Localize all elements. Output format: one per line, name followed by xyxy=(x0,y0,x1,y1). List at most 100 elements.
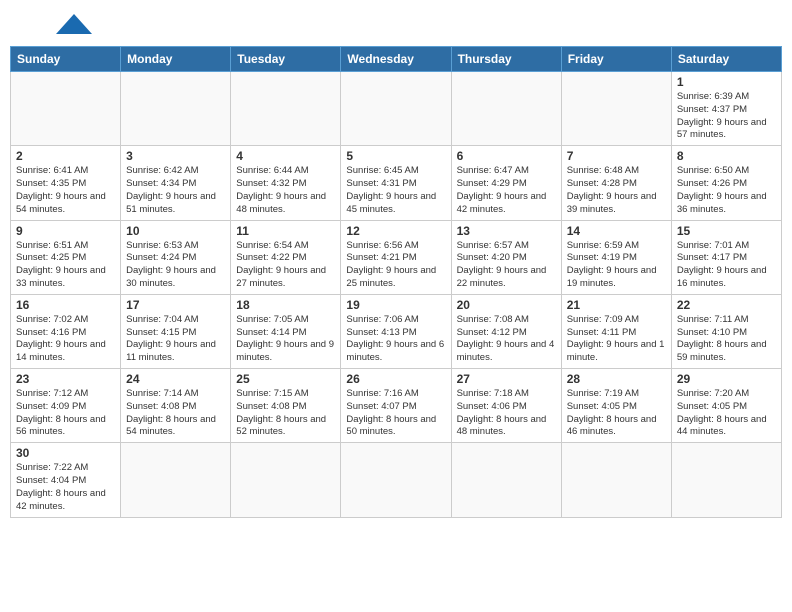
day-info: Sunrise: 7:12 AM Sunset: 4:09 PM Dayligh… xyxy=(16,388,115,439)
calendar-day-cell: 27 Sunrise: 7:18 AM Sunset: 4:06 PM Dayli… xyxy=(451,369,561,443)
day-number: 21 xyxy=(567,298,666,312)
day-number: 18 xyxy=(236,298,335,312)
calendar-table: SundayMondayTuesdayWednesdayThursdayFrid… xyxy=(10,46,782,518)
day-number: 30 xyxy=(16,446,115,460)
day-number: 1 xyxy=(677,75,776,89)
calendar-week-row: 9Sunrise: 6:51 AM Sunset: 4:25 PM Daylig… xyxy=(11,220,782,294)
day-info: Sunrise: 7:18 AM Sunset: 4:06 PM Dayligh… xyxy=(457,388,556,439)
page-header xyxy=(10,10,782,40)
day-number: 23 xyxy=(16,372,115,386)
calendar-day-cell: 8 Sunrise: 6:50 AM Sunset: 4:26 PM Daylig… xyxy=(671,146,781,220)
weekday-header-sunday: Sunday xyxy=(11,47,121,72)
day-info: Sunrise: 7:08 AM Sunset: 4:12 PM Dayligh… xyxy=(457,314,556,365)
day-info: Sunrise: 6:39 AM Sunset: 4:37 PM Dayligh… xyxy=(677,91,776,142)
day-info: Sunrise: 7:14 AM Sunset: 4:08 PM Dayligh… xyxy=(126,388,225,439)
calendar-week-row: 23 Sunrise: 7:12 AM Sunset: 4:09 PM Dayli… xyxy=(11,369,782,443)
day-info: Sunrise: 6:50 AM Sunset: 4:26 PM Dayligh… xyxy=(677,165,776,216)
calendar-day-cell: 3 Sunrise: 6:42 AM Sunset: 4:34 PM Daylig… xyxy=(121,146,231,220)
calendar-day-cell: 30 Sunrise: 7:22 AM Sunset: 4:04 PM Dayli… xyxy=(11,443,121,517)
calendar-day-cell: 12Sunrise: 6:56 AM Sunset: 4:21 PM Dayli… xyxy=(341,220,451,294)
calendar-day-cell xyxy=(451,72,561,146)
weekday-header-friday: Friday xyxy=(561,47,671,72)
calendar-day-cell xyxy=(451,443,561,517)
day-info: Sunrise: 7:16 AM Sunset: 4:07 PM Dayligh… xyxy=(346,388,445,439)
day-info: Sunrise: 6:57 AM Sunset: 4:20 PM Dayligh… xyxy=(457,240,556,291)
day-info: Sunrise: 6:53 AM Sunset: 4:24 PM Dayligh… xyxy=(126,240,225,291)
calendar-day-cell xyxy=(671,443,781,517)
calendar-day-cell: 10 Sunrise: 6:53 AM Sunset: 4:24 PM Dayli… xyxy=(121,220,231,294)
day-number: 26 xyxy=(346,372,445,386)
day-info: Sunrise: 7:04 AM Sunset: 4:15 PM Dayligh… xyxy=(126,314,225,365)
calendar-week-row: 16 Sunrise: 7:02 AM Sunset: 4:16 PM Dayli… xyxy=(11,294,782,368)
weekday-header-tuesday: Tuesday xyxy=(231,47,341,72)
day-info: Sunrise: 7:15 AM Sunset: 4:08 PM Dayligh… xyxy=(236,388,335,439)
day-number: 7 xyxy=(567,149,666,163)
day-number: 13 xyxy=(457,224,556,238)
day-info: Sunrise: 7:11 AM Sunset: 4:10 PM Dayligh… xyxy=(677,314,776,365)
weekday-header-saturday: Saturday xyxy=(671,47,781,72)
calendar-day-cell: 23 Sunrise: 7:12 AM Sunset: 4:09 PM Dayli… xyxy=(11,369,121,443)
calendar-day-cell: 6Sunrise: 6:47 AM Sunset: 4:29 PM Daylig… xyxy=(451,146,561,220)
calendar-day-cell: 15Sunrise: 7:01 AM Sunset: 4:17 PM Dayli… xyxy=(671,220,781,294)
day-info: Sunrise: 7:09 AM Sunset: 4:11 PM Dayligh… xyxy=(567,314,666,365)
weekday-header-row: SundayMondayTuesdayWednesdayThursdayFrid… xyxy=(11,47,782,72)
day-info: Sunrise: 7:20 AM Sunset: 4:05 PM Dayligh… xyxy=(677,388,776,439)
calendar-day-cell xyxy=(121,443,231,517)
day-info: Sunrise: 7:05 AM Sunset: 4:14 PM Dayligh… xyxy=(236,314,335,365)
day-number: 4 xyxy=(236,149,335,163)
day-number: 10 xyxy=(126,224,225,238)
day-info: Sunrise: 6:59 AM Sunset: 4:19 PM Dayligh… xyxy=(567,240,666,291)
day-info: Sunrise: 7:22 AM Sunset: 4:04 PM Dayligh… xyxy=(16,462,115,513)
day-info: Sunrise: 6:42 AM Sunset: 4:34 PM Dayligh… xyxy=(126,165,225,216)
day-info: Sunrise: 6:48 AM Sunset: 4:28 PM Dayligh… xyxy=(567,165,666,216)
day-number: 19 xyxy=(346,298,445,312)
calendar-day-cell: 21 Sunrise: 7:09 AM Sunset: 4:11 PM Dayli… xyxy=(561,294,671,368)
day-number: 12 xyxy=(346,224,445,238)
calendar-day-cell: 20Sunrise: 7:08 AM Sunset: 4:12 PM Dayli… xyxy=(451,294,561,368)
day-number: 29 xyxy=(677,372,776,386)
calendar-day-cell: 13 Sunrise: 6:57 AM Sunset: 4:20 PM Dayli… xyxy=(451,220,561,294)
calendar-day-cell: 1 Sunrise: 6:39 AM Sunset: 4:37 PM Daylig… xyxy=(671,72,781,146)
calendar-week-row: 2Sunrise: 6:41 AM Sunset: 4:35 PM Daylig… xyxy=(11,146,782,220)
weekday-header-wednesday: Wednesday xyxy=(341,47,451,72)
day-number: 16 xyxy=(16,298,115,312)
day-number: 9 xyxy=(16,224,115,238)
calendar-day-cell: 22 Sunrise: 7:11 AM Sunset: 4:10 PM Dayli… xyxy=(671,294,781,368)
calendar-day-cell xyxy=(231,443,341,517)
logo-icon xyxy=(56,14,92,34)
day-info: Sunrise: 6:44 AM Sunset: 4:32 PM Dayligh… xyxy=(236,165,335,216)
day-number: 25 xyxy=(236,372,335,386)
calendar-day-cell: 28 Sunrise: 7:19 AM Sunset: 4:05 PM Dayli… xyxy=(561,369,671,443)
day-number: 2 xyxy=(16,149,115,163)
calendar-day-cell: 14 Sunrise: 6:59 AM Sunset: 4:19 PM Dayli… xyxy=(561,220,671,294)
calendar-day-cell xyxy=(231,72,341,146)
calendar-day-cell: 4 Sunrise: 6:44 AM Sunset: 4:32 PM Daylig… xyxy=(231,146,341,220)
calendar-day-cell: 5Sunrise: 6:45 AM Sunset: 4:31 PM Daylig… xyxy=(341,146,451,220)
calendar-day-cell: 24 Sunrise: 7:14 AM Sunset: 4:08 PM Dayli… xyxy=(121,369,231,443)
day-number: 14 xyxy=(567,224,666,238)
day-info: Sunrise: 7:19 AM Sunset: 4:05 PM Dayligh… xyxy=(567,388,666,439)
day-info: Sunrise: 7:01 AM Sunset: 4:17 PM Dayligh… xyxy=(677,240,776,291)
calendar-week-row: 30 Sunrise: 7:22 AM Sunset: 4:04 PM Dayli… xyxy=(11,443,782,517)
day-info: Sunrise: 6:45 AM Sunset: 4:31 PM Dayligh… xyxy=(346,165,445,216)
day-info: Sunrise: 7:02 AM Sunset: 4:16 PM Dayligh… xyxy=(16,314,115,365)
day-number: 24 xyxy=(126,372,225,386)
calendar-week-row: 1 Sunrise: 6:39 AM Sunset: 4:37 PM Daylig… xyxy=(11,72,782,146)
day-number: 27 xyxy=(457,372,556,386)
day-number: 6 xyxy=(457,149,556,163)
calendar-day-cell: 9Sunrise: 6:51 AM Sunset: 4:25 PM Daylig… xyxy=(11,220,121,294)
weekday-header-monday: Monday xyxy=(121,47,231,72)
day-info: Sunrise: 7:06 AM Sunset: 4:13 PM Dayligh… xyxy=(346,314,445,365)
day-number: 17 xyxy=(126,298,225,312)
day-number: 28 xyxy=(567,372,666,386)
day-number: 22 xyxy=(677,298,776,312)
calendar-day-cell xyxy=(561,72,671,146)
calendar-day-cell xyxy=(341,72,451,146)
day-number: 3 xyxy=(126,149,225,163)
calendar-day-cell: 19 Sunrise: 7:06 AM Sunset: 4:13 PM Dayli… xyxy=(341,294,451,368)
calendar-day-cell: 17 Sunrise: 7:04 AM Sunset: 4:15 PM Dayli… xyxy=(121,294,231,368)
day-number: 8 xyxy=(677,149,776,163)
calendar-day-cell xyxy=(561,443,671,517)
day-info: Sunrise: 6:54 AM Sunset: 4:22 PM Dayligh… xyxy=(236,240,335,291)
day-number: 11 xyxy=(236,224,335,238)
